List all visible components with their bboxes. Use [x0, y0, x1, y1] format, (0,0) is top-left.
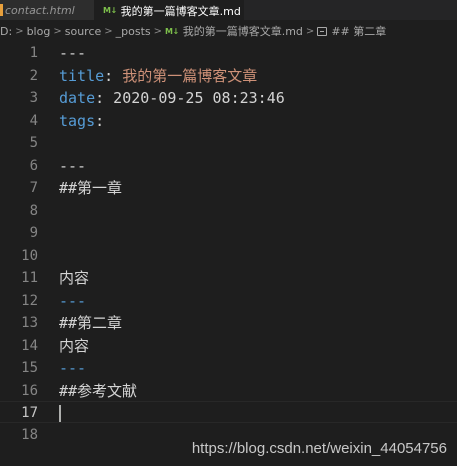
chevron-right-icon: >: [104, 25, 113, 37]
code-line: 9: [0, 222, 457, 244]
markdown-file-icon: M↓: [103, 6, 117, 15]
code-line: 3 date: 2020-09-25 08:23:46: [0, 87, 457, 109]
chevron-right-icon: >: [15, 25, 24, 37]
line-text[interactable]: ---: [59, 42, 86, 64]
frontmatter-value: 我的第一篇博客文章: [113, 66, 258, 85]
code-editor[interactable]: 1 --- 2 title: 我的第一篇博客文章 3 date: 2020-09…: [0, 42, 457, 466]
code-line: 5: [0, 132, 457, 154]
line-number: 9: [29, 225, 38, 241]
code-line: 1 ---: [0, 42, 457, 64]
line-number: 7: [29, 180, 38, 196]
tab-label: 我的第一篇博客文章.md: [120, 4, 241, 18]
line-text[interactable]: tags:: [59, 110, 104, 132]
breadcrumb-source[interactable]: source: [65, 25, 102, 38]
frontmatter-colon: :: [95, 111, 105, 130]
frontmatter-colon: :: [104, 66, 114, 85]
line-number: 8: [29, 202, 38, 219]
line-text[interactable]: ---: [59, 357, 86, 379]
code-line: 14 内容: [0, 335, 457, 357]
chevron-right-icon: >: [153, 25, 163, 37]
markdown-file-icon: M↓: [165, 26, 179, 36]
line-text[interactable]: 内容: [59, 335, 89, 357]
code-line: 10: [0, 245, 457, 267]
breadcrumb-file[interactable]: 我的第一篇博客文章.md: [183, 23, 303, 39]
line-text[interactable]: ##第一章: [59, 177, 122, 199]
line-number: 11: [21, 270, 38, 286]
tab-contact-html[interactable]: contact.html: [0, 0, 94, 20]
line-number: 16: [21, 382, 38, 399]
code-line: 16 ##参考文献: [0, 380, 457, 402]
line-number: 18: [21, 427, 38, 443]
frontmatter-key: tags: [59, 111, 96, 130]
chevron-right-icon: >: [305, 25, 315, 37]
code-line-current: 17: [0, 401, 457, 423]
code-line: 8: [0, 200, 457, 222]
line-text[interactable]: 内容: [59, 267, 89, 289]
code-line: 7 ##第一章: [0, 177, 457, 199]
line-number: 4: [29, 112, 38, 129]
line-number: 13: [21, 315, 38, 331]
line-text[interactable]: date: 2020-09-25 08:23:46: [59, 87, 285, 109]
line-text[interactable]: ##第二章: [59, 312, 122, 334]
line-number: 14: [21, 337, 38, 354]
line-number: 15: [21, 360, 38, 376]
breadcrumb-posts[interactable]: _posts: [116, 25, 151, 38]
line-number: 10: [21, 247, 38, 264]
tab-label: contact.html: [5, 3, 75, 17]
line-text[interactable]: title: 我的第一篇博客文章: [59, 65, 257, 87]
code-line: 13 ##第二章: [0, 312, 457, 334]
line-text[interactable]: ---: [59, 155, 86, 177]
line-text[interactable]: ##参考文献: [59, 380, 137, 402]
line-text[interactable]: ---: [59, 290, 86, 312]
tab-bar: contact.html M↓ 我的第一篇博客文章.md: [0, 0, 457, 20]
code-line: 4 tags:: [0, 110, 457, 132]
symbol-string-icon: [317, 26, 328, 36]
code-line: 11 内容: [0, 267, 457, 289]
html-file-icon: [0, 4, 3, 16]
code-line: 2 title: 我的第一篇博客文章: [0, 65, 457, 87]
line-number: 1: [29, 45, 38, 61]
tab-blog-post-md[interactable]: M↓ 我的第一篇博客文章.md: [94, 0, 244, 20]
line-number: 5: [29, 135, 38, 151]
line-number: 6: [29, 157, 38, 174]
line-number: 3: [29, 90, 38, 106]
breadcrumb-blog[interactable]: blog: [27, 25, 51, 38]
line-number: 12: [21, 292, 38, 309]
frontmatter-colon: :: [95, 89, 105, 107]
code-line: 12 ---: [0, 290, 457, 312]
frontmatter-key: title: [59, 66, 105, 85]
line-number: 2: [29, 67, 38, 84]
breadcrumb-heading[interactable]: ## 第二章: [331, 23, 386, 39]
line-number: 17: [21, 405, 38, 421]
breadcrumb: D: > blog > source > _posts > M↓ 我的第一篇博客…: [0, 20, 457, 42]
frontmatter-value: 2020-09-25 08:23:46: [104, 89, 285, 107]
frontmatter-key: date: [59, 89, 96, 107]
code-line: 15 ---: [0, 357, 457, 379]
text-cursor: [59, 405, 61, 422]
code-line: 6 ---: [0, 155, 457, 177]
breadcrumb-drive[interactable]: D:: [0, 25, 12, 38]
chevron-right-icon: >: [53, 25, 62, 37]
watermark-text: https://blog.csdn.net/weixin_44054756: [191, 440, 447, 457]
